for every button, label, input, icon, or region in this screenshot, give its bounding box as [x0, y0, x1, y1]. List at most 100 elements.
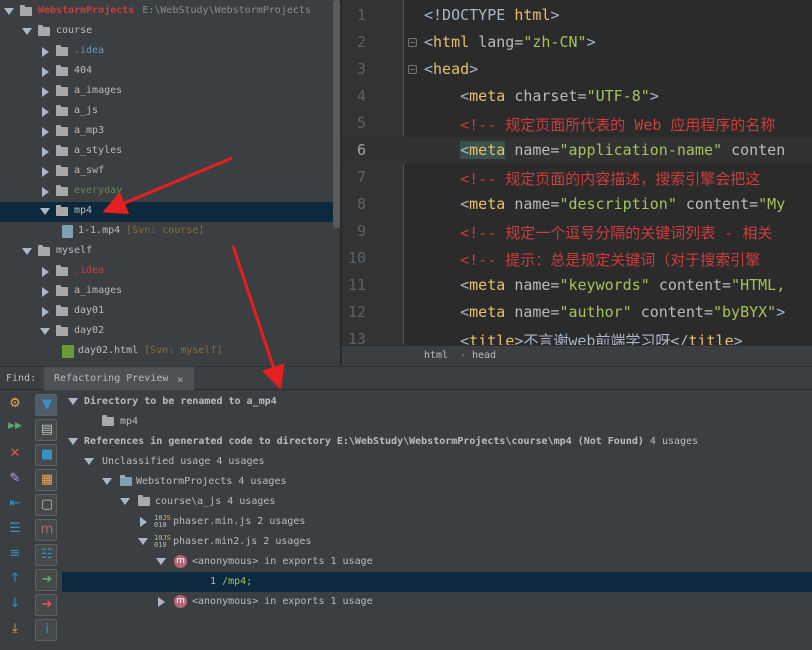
include-icon[interactable]: ➜ — [35, 569, 57, 591]
chevron-down-icon[interactable] — [22, 248, 32, 255]
filter-icon[interactable]: ▼ — [35, 394, 57, 416]
chevron-right-icon[interactable] — [42, 147, 49, 157]
results-dir-header[interactable]: Directory to be renamed to a_mp4 — [62, 392, 812, 412]
group-directory-icon[interactable]: ▦ — [35, 469, 57, 491]
tree-item-a-mp3[interactable]: a_mp3 — [0, 122, 333, 142]
chevron-down-icon[interactable] — [84, 458, 94, 465]
cancel-icon[interactable]: ✕ — [4, 444, 26, 466]
results-match-line[interactable]: 1 /mp4; — [62, 572, 812, 592]
chevron-right-icon[interactable] — [42, 187, 49, 197]
breadcrumb-html[interactable]: html — [424, 350, 448, 361]
tree-item-a-images[interactable]: a_images — [0, 82, 333, 102]
code-line[interactable]: 3 <head> — [342, 56, 812, 83]
code-line[interactable]: 6 <meta name="application-name" conten — [342, 137, 812, 164]
chevron-right-icon[interactable] — [42, 47, 49, 57]
chevron-down-icon[interactable] — [40, 328, 50, 335]
close-icon[interactable]: × — [177, 373, 184, 386]
collapse-all-icon[interactable]: ≡ — [4, 544, 26, 566]
chevron-right-icon[interactable] — [42, 87, 49, 97]
tree-item-course[interactable]: course — [0, 22, 333, 42]
tree-item-1-1-mp4[interactable]: 1-1.mp4 [Svn: course] — [0, 222, 333, 242]
code-line[interactable]: 2 <html lang="zh-CN"> — [342, 29, 812, 56]
method-icon: m — [174, 555, 187, 568]
tree-item-everyday[interactable]: everyday — [0, 182, 333, 202]
expand-all-icon[interactable]: ☰ — [4, 519, 26, 541]
tree-item-day01[interactable]: day01 — [0, 302, 333, 322]
tree-item-myself[interactable]: myself — [0, 242, 333, 262]
chevron-down-icon[interactable] — [102, 478, 112, 485]
do-refactor-icon[interactable]: ▶▶ — [4, 419, 26, 441]
tree-scrollbar[interactable] — [333, 0, 340, 228]
tree-item--idea[interactable]: .idea — [0, 42, 333, 62]
chevron-right-icon[interactable] — [42, 267, 49, 277]
fold-icon[interactable] — [408, 65, 417, 74]
code-editor[interactable]: 1 <!DOCTYPE html> 2 <html lang="zh-CN"> 3 <he… — [342, 0, 812, 345]
chevron-right-icon[interactable] — [158, 597, 165, 607]
chevron-right-icon[interactable] — [42, 127, 49, 137]
results-file-phaser-min2[interactable]: 10JS 010 phaser.min2.js 2 usages — [62, 532, 812, 552]
code-line[interactable]: 7 <!-- 规定页面的内容描述，搜索引擎会把这 — [342, 164, 812, 191]
tree-item-a-swf[interactable]: a_swf — [0, 162, 333, 182]
chevron-right-icon[interactable] — [42, 287, 49, 297]
code-text: <!-- 规定一个逗号分隔的关键词列表 - 相关 — [460, 224, 773, 242]
chevron-down-icon[interactable] — [68, 398, 78, 405]
tree-item-day02[interactable]: day02 — [0, 322, 333, 342]
tree-root[interactable]: WebstormProjects E:\WebStudy\WebstormProj… — [0, 2, 333, 22]
group-module-icon[interactable]: ■ — [35, 444, 57, 466]
group-file-icon[interactable]: ▢ — [35, 494, 57, 516]
code-line[interactable]: 1 <!DOCTYPE html> — [342, 2, 812, 29]
code-line[interactable]: 11 <meta name="keywords" content="HTML, — [342, 272, 812, 299]
results-anonymous-2[interactable]: m <anonymous> in exports 1 usage — [62, 592, 812, 612]
tree-item-a-styles[interactable]: a_styles — [0, 142, 333, 162]
tree-item-a-images[interactable]: a_images — [0, 282, 333, 302]
breadcrumb-head[interactable]: head — [472, 350, 496, 361]
pin-icon[interactable]: ✎ — [4, 469, 26, 491]
exclude-icon[interactable]: ➜ — [35, 594, 57, 616]
tree-item-404[interactable]: 404 — [0, 62, 333, 82]
results-unclassified[interactable]: Unclassified usage 4 usages — [62, 452, 812, 472]
down-icon[interactable]: ↓ — [4, 594, 26, 616]
results-dir-item[interactable]: mp4 — [62, 412, 812, 432]
fold-icon[interactable] — [408, 38, 417, 47]
results-refs-header[interactable]: References in generated code to director… — [62, 432, 812, 452]
chevron-right-icon[interactable] — [42, 307, 49, 317]
tab-refactoring-preview[interactable]: Refactoring Preview — [44, 367, 194, 390]
results-file-phaser-min[interactable]: 10JS 010 phaser.min.js 2 usages — [62, 512, 812, 532]
code-line[interactable]: 10 <!-- 提示：总是规定关键词（对于搜索引擎 — [342, 245, 812, 272]
chevron-down-icon[interactable] — [138, 538, 148, 545]
up-icon[interactable]: ↑ — [4, 569, 26, 591]
chevron-down-icon[interactable] — [68, 438, 78, 445]
chevron-down-icon[interactable] — [40, 208, 50, 215]
preview-icon[interactable]: ▤ — [35, 419, 57, 441]
code-line[interactable]: 9 <!-- 规定一个逗号分隔的关键词列表 - 相关 — [342, 218, 812, 245]
chevron-down-icon[interactable] — [22, 28, 32, 35]
code-line[interactable]: 8 <meta name="description" content="My — [342, 191, 812, 218]
code-line[interactable]: 4 <meta charset="UTF-8"> — [342, 83, 812, 110]
flatten-icon[interactable]: ☷ — [35, 544, 57, 566]
tree-item-day02-html[interactable]: day02.html [Svn: myself] — [0, 342, 333, 362]
tree-root-label: WebstormProjects — [38, 5, 135, 16]
chevron-right-icon[interactable] — [42, 107, 49, 117]
tree-item--idea[interactable]: .idea — [0, 262, 333, 282]
group-method-icon[interactable]: m — [35, 519, 57, 541]
tree-item-label: myself — [56, 245, 93, 256]
chevron-down-icon[interactable] — [4, 8, 14, 15]
export-icon[interactable]: ⤓ — [4, 619, 26, 641]
code-line[interactable]: 5 <!-- 规定页面所代表的 Web 应用程序的名称 — [342, 110, 812, 137]
info-icon[interactable]: i — [35, 619, 57, 641]
previous-icon[interactable]: ⇤ — [4, 494, 26, 516]
code-line[interactable]: 13 <title>不言谢web前端学习呀</title> — [342, 326, 812, 345]
rerun-icon[interactable]: ⚙ — [4, 394, 26, 416]
tree-item-mp4[interactable]: mp4 — [0, 202, 333, 222]
code-line[interactable]: 12 <meta name="author" content="byBYX"> — [342, 299, 812, 326]
tree-root-path: E:\WebStudy\WebstormProjects — [142, 5, 311, 16]
chevron-down-icon[interactable] — [156, 558, 166, 565]
chevron-right-icon[interactable] — [42, 167, 49, 177]
chevron-down-icon[interactable] — [120, 498, 130, 505]
chevron-right-icon[interactable] — [42, 67, 49, 77]
results-project[interactable]: WebstormProjects 4 usages — [62, 472, 812, 492]
results-folder[interactable]: course\a_js 4 usages — [62, 492, 812, 512]
chevron-right-icon[interactable] — [140, 517, 147, 527]
tree-item-a-js[interactable]: a_js — [0, 102, 333, 122]
results-anonymous-1[interactable]: m <anonymous> in exports 1 usage — [62, 552, 812, 572]
